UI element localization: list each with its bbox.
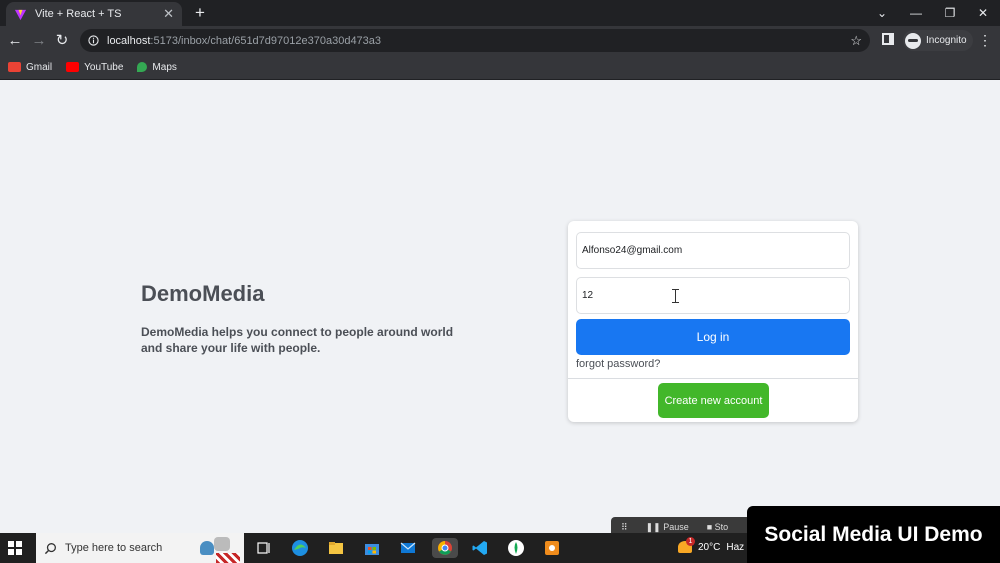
browser-tab[interactable]: Vite + React + TS ✕: [6, 2, 182, 26]
pause-label: Pause: [663, 522, 689, 532]
close-window-button[interactable]: ✕: [967, 0, 999, 26]
reload-icon[interactable]: ↻: [51, 30, 73, 52]
profile-label: Incognito: [926, 35, 967, 46]
login-button[interactable]: Log in: [576, 319, 850, 355]
bookmark-star-icon[interactable]: ☆: [850, 33, 862, 49]
login-card: Alfonso24@gmail.com 12 Log in forgot pas…: [568, 221, 858, 422]
recorder-bar: ⠿ ❚❚ Pause ■ Sto: [611, 517, 761, 534]
pause-button[interactable]: ❚❚ Pause: [646, 522, 689, 533]
brand-tagline: DemoMedia helps you connect to people ar…: [141, 325, 454, 355]
text-cursor-icon: [672, 289, 681, 303]
weather-text: Haz: [726, 541, 745, 553]
search-highlight-image: [194, 533, 244, 563]
mongodb-compass-icon[interactable]: [506, 538, 526, 558]
address-host: localhost: [107, 34, 151, 47]
email-value: Alfonso24@gmail.com: [582, 245, 683, 256]
restore-button[interactable]: ❐: [934, 0, 966, 26]
stop-label: Sto: [714, 522, 729, 532]
weather-temp: 20°C: [698, 541, 721, 553]
info-icon[interactable]: [88, 35, 99, 46]
file-explorer-icon[interactable]: [326, 538, 346, 558]
bookmark-gmail[interactable]: Gmail: [8, 62, 52, 73]
taskbar-search[interactable]: Type here to search: [36, 533, 244, 563]
email-field[interactable]: Alfonso24@gmail.com: [576, 232, 850, 269]
vite-icon: [14, 9, 27, 20]
menu-icon[interactable]: ⋮: [978, 30, 992, 50]
incognito-icon: [905, 32, 921, 49]
search-icon: [44, 542, 56, 554]
maps-icon: [137, 62, 148, 72]
windows-start-icon[interactable]: [8, 541, 22, 555]
profile-button[interactable]: Incognito: [903, 30, 973, 51]
address-path: :5173/inbox/chat/651d7d97012e370a30d473a…: [150, 34, 382, 47]
mail-icon[interactable]: [398, 538, 418, 558]
microsoft-store-icon[interactable]: [362, 538, 382, 558]
divider: [568, 378, 858, 379]
bookmark-maps[interactable]: Maps: [137, 61, 177, 73]
address-bar[interactable]: localhost:5173/inbox/chat/651d7d97012e37…: [80, 29, 870, 52]
password-field[interactable]: 12: [576, 277, 850, 314]
create-account-button[interactable]: Create new account: [658, 383, 769, 418]
video-caption-overlay: Social Media UI Demo: [747, 506, 1000, 563]
browser-tab-bar: Vite + React + TS ✕ + ⌄ — ❐ ✕: [0, 0, 1000, 26]
gmail-icon: [8, 62, 21, 72]
youtube-icon: [66, 62, 80, 72]
side-panel-icon[interactable]: [882, 33, 894, 45]
vscode-icon[interactable]: [470, 538, 490, 558]
taskbar-search-placeholder: Type here to search: [65, 542, 163, 554]
stop-button[interactable]: ■ Sto: [707, 522, 728, 532]
new-tab-button[interactable]: +: [190, 3, 210, 23]
bookmark-youtube[interactable]: YouTube: [66, 62, 123, 73]
close-tab-icon[interactable]: ✕: [163, 6, 174, 22]
screen-recorder-icon[interactable]: [542, 538, 562, 558]
task-view-icon[interactable]: [253, 538, 273, 558]
bookmark-label: Maps: [152, 61, 177, 73]
back-icon[interactable]: ←: [4, 30, 26, 52]
minimize-button[interactable]: —: [900, 0, 932, 26]
brand-title: DemoMedia: [141, 281, 265, 306]
tab-title: Vite + React + TS: [35, 8, 122, 20]
forward-icon[interactable]: →: [28, 30, 50, 52]
tab-search-icon[interactable]: ⌄: [866, 0, 898, 26]
weather-widget[interactable]: 20°C Haz: [678, 537, 745, 553]
password-value: 12: [582, 290, 594, 301]
forgot-password-link[interactable]: forgot password?: [576, 358, 660, 370]
drag-handle-icon[interactable]: ⠿: [621, 522, 628, 533]
weather-icon: [678, 537, 695, 553]
browser-toolbar: ← → ↻ localhost:5173/inbox/chat/651d7d97…: [0, 26, 1000, 55]
chrome-icon[interactable]: [432, 538, 458, 558]
bookmarks-bar: Gmail YouTube Maps: [0, 55, 1000, 80]
bookmark-label: Gmail: [26, 61, 53, 73]
bookmark-label: YouTube: [84, 61, 124, 73]
edge-icon[interactable]: [290, 538, 310, 558]
